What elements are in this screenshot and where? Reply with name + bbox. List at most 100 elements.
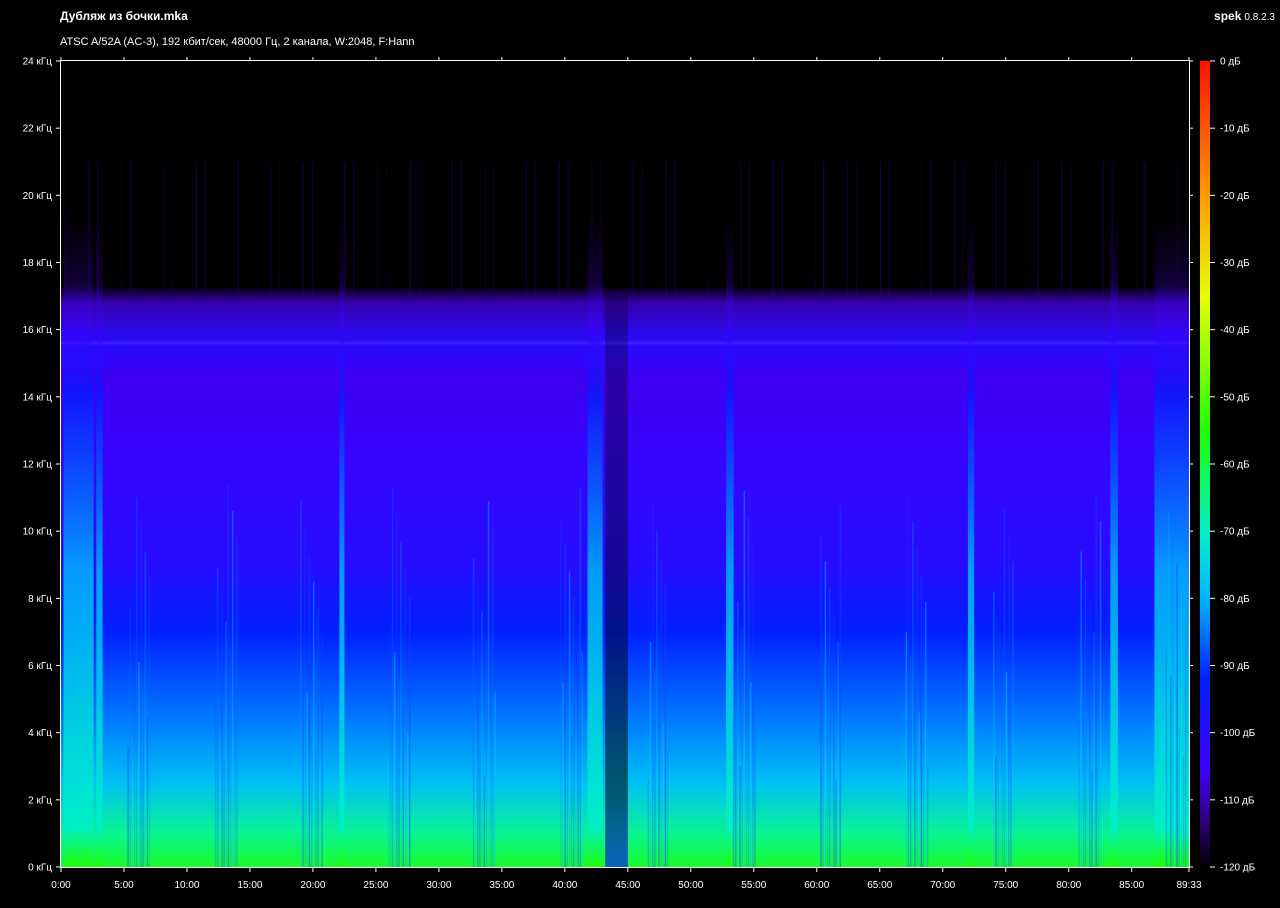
hf-streak: [484, 161, 486, 297]
activity-streak: [651, 504, 654, 867]
activity-streak: [575, 762, 577, 867]
activity-streak: [1080, 551, 1082, 867]
activity-streak: [737, 601, 739, 867]
activity-streak: [656, 531, 658, 867]
activity-streak: [579, 487, 581, 867]
hf-streak: [707, 161, 709, 297]
activity-streak: [138, 662, 140, 867]
y-tick-label: 2 кГц: [28, 795, 52, 806]
activity-streak: [1086, 742, 1089, 867]
hf-streak: [270, 161, 272, 297]
hf-streak: [171, 161, 173, 297]
hf-streak: [311, 161, 313, 297]
activity-streak: [570, 736, 573, 867]
activity-streak: [577, 625, 579, 867]
colorbar-tick-label: -40 дБ: [1220, 325, 1250, 336]
loud-segment: [726, 212, 734, 868]
activity-streak: [127, 746, 129, 867]
activity-streak: [312, 581, 315, 867]
hf-streak: [823, 161, 825, 297]
activity-streak: [483, 776, 485, 867]
activity-streak: [647, 779, 650, 867]
hf-streak: [855, 161, 857, 297]
hf-streak: [460, 161, 462, 297]
hf-streak: [353, 161, 355, 297]
x-tick-label: 45:00: [615, 880, 640, 891]
activity-streak: [1182, 756, 1185, 867]
activity-streak: [144, 551, 146, 867]
hf-streak: [921, 161, 923, 297]
x-tick-label: 0:00: [51, 880, 71, 891]
activity-streak: [1099, 521, 1102, 867]
hf-streak: [344, 161, 346, 297]
x-tick-label: 55:00: [741, 880, 766, 891]
hf-streak: [814, 161, 816, 297]
activity-streak: [402, 705, 404, 867]
activity-streak: [135, 497, 138, 867]
activity-streak: [1185, 618, 1187, 867]
hf-streak: [534, 161, 536, 297]
activity-streak: [142, 689, 144, 867]
hf-streak: [1102, 161, 1104, 297]
hf-streak: [163, 161, 165, 297]
colorbar-tick-label: -20 дБ: [1220, 191, 1250, 202]
hf-streak: [418, 161, 420, 297]
activity-streak: [745, 655, 748, 867]
activity-streak: [752, 544, 754, 867]
activity-streak: [564, 544, 566, 867]
activity-streak: [566, 709, 569, 867]
colorbar-tick-label: -50 дБ: [1220, 392, 1250, 403]
activity-streak: [219, 732, 221, 867]
activity-streak: [735, 739, 737, 867]
activity-streak: [999, 783, 1001, 867]
activity-streak: [562, 682, 564, 867]
hf-streak: [1028, 161, 1030, 297]
hf-streak: [641, 161, 643, 297]
hf-streak: [995, 161, 997, 297]
hf-streak: [665, 161, 667, 297]
activity-streak: [905, 631, 908, 867]
activity-streak: [1078, 689, 1080, 867]
x-tick-label: 65:00: [867, 880, 892, 891]
activity-streak: [472, 558, 475, 867]
hf-streak: [1135, 161, 1137, 297]
activity-streak: [1001, 645, 1004, 867]
hf-streak: [558, 161, 560, 297]
activity-streak: [317, 608, 319, 867]
activity-streak: [396, 514, 398, 867]
activity-streak: [1178, 729, 1180, 867]
x-tick-label: 25:00: [363, 880, 388, 891]
activity-streak: [63, 783, 65, 867]
activity-streak: [140, 524, 142, 867]
activity-streak: [912, 521, 914, 867]
activity-streak: [1005, 672, 1008, 867]
colorbar-tick-label: 0 дБ: [1220, 57, 1241, 68]
loud-segment: [587, 212, 603, 868]
loud-segment: [967, 212, 975, 868]
activity-streak: [916, 548, 918, 867]
activity-streak: [914, 685, 916, 867]
activity-streak: [828, 588, 831, 867]
colorbar-tick-label: -90 дБ: [1220, 661, 1250, 672]
activity-streak: [1093, 631, 1095, 867]
activity-streak: [747, 517, 750, 867]
loud-segment: [63, 212, 94, 868]
activity-streak: [477, 584, 479, 867]
activity-streak: [993, 591, 995, 867]
quiet-segment: [605, 296, 628, 868]
activity-streak: [835, 779, 837, 867]
activity-streak: [406, 732, 409, 867]
hf-streak: [748, 161, 750, 297]
activity-streak: [306, 692, 308, 867]
spectrogram-plot: [61, 61, 1189, 868]
activity-streak: [831, 752, 833, 867]
activity-streak: [909, 658, 912, 867]
activity-streak: [732, 574, 735, 867]
hf-streak: [567, 161, 569, 297]
activity-streak: [839, 504, 842, 867]
x-tick-label: 40:00: [552, 880, 577, 891]
hf-streak: [632, 161, 635, 297]
activity-streak: [662, 722, 665, 867]
colorbar-tick-label: -120 дБ: [1220, 863, 1256, 874]
activity-streak: [321, 635, 323, 867]
